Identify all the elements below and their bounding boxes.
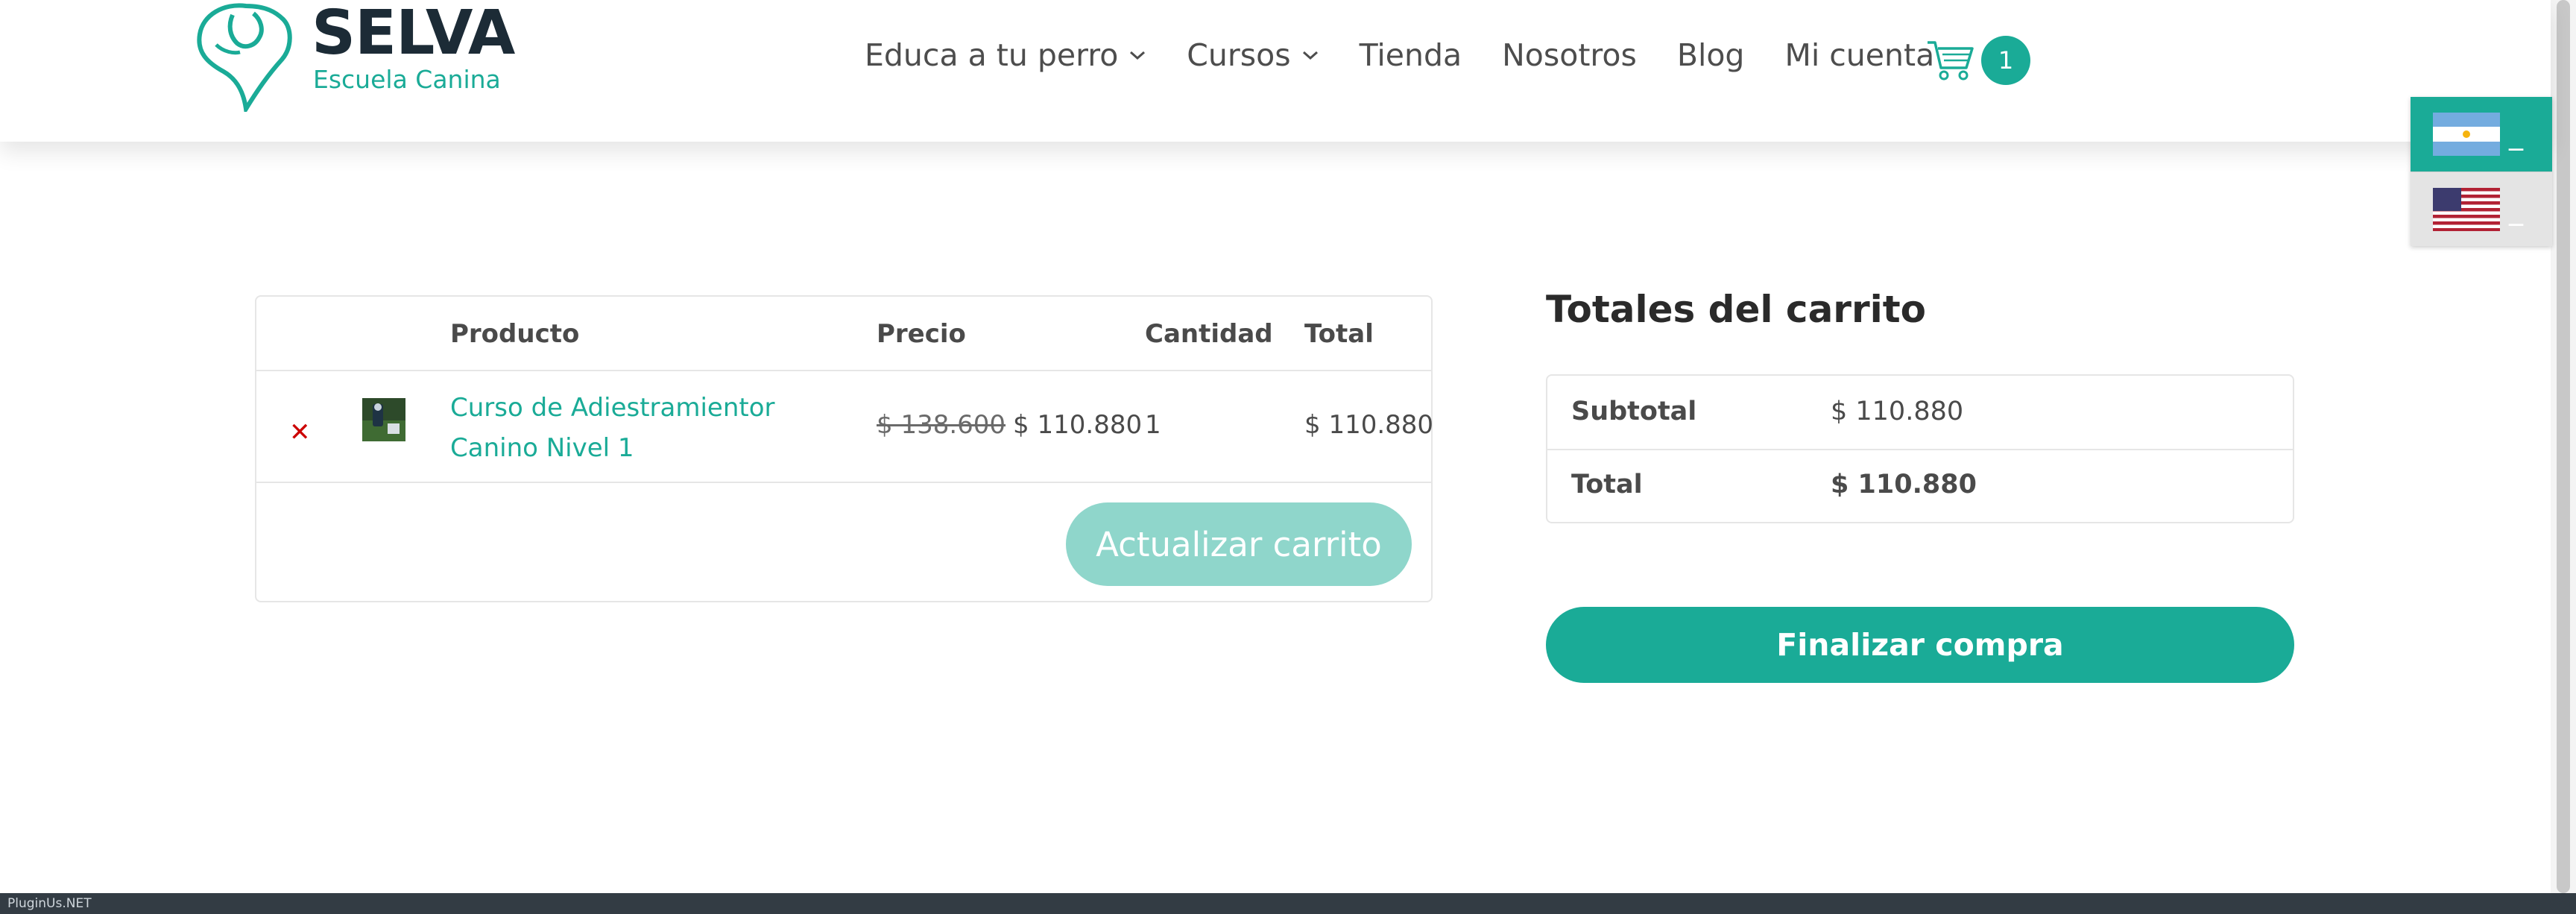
nav-item-mi-cuenta[interactable]: Mi cuenta bbox=[1784, 37, 1934, 73]
cart-count-badge: 1 bbox=[1981, 36, 2030, 85]
footer-bar: PluginUs.NET bbox=[0, 893, 2576, 914]
site-header: SELVA Escuela Canina Educa a tu perro Cu… bbox=[0, 0, 2551, 142]
product-name-link[interactable]: Curso de Adiestramientor Canino Nivel 1 bbox=[450, 388, 793, 468]
checkout-button[interactable]: Finalizar compra bbox=[1546, 607, 2294, 683]
footer-text: PluginUs.NET bbox=[7, 896, 92, 911]
cart-icon bbox=[1928, 41, 1974, 81]
remove-x-icon[interactable]: ✕ bbox=[289, 417, 311, 447]
nav-item-label: Tienda bbox=[1359, 37, 1462, 73]
cart-totals-title: Totales del carrito bbox=[1546, 288, 1927, 331]
header-cart[interactable]: 1 bbox=[1926, 36, 2030, 85]
subtotal-value: $ 110.880 bbox=[1831, 397, 1964, 426]
chevron-down-icon bbox=[1301, 49, 1319, 61]
product-thumbnail[interactable] bbox=[362, 398, 405, 441]
old-price: $ 138.600 bbox=[877, 410, 1006, 440]
usa-flag-icon bbox=[2433, 187, 2500, 231]
language-label: _ bbox=[2509, 192, 2523, 226]
subtotal-label: Subtotal bbox=[1571, 397, 1697, 426]
nav-item-blog[interactable]: Blog bbox=[1677, 37, 1745, 73]
language-label: _ bbox=[2509, 118, 2523, 151]
language-switcher: _ _ bbox=[2411, 97, 2552, 246]
cart-table: Producto Precio Cantidad Total ✕ Curso d… bbox=[255, 295, 1433, 602]
language-option-usa[interactable]: _ bbox=[2411, 171, 2552, 246]
nav-item-label: Mi cuenta bbox=[1784, 37, 1935, 73]
chevron-down-icon bbox=[1128, 49, 1146, 61]
product-quantity[interactable]: 1 bbox=[1145, 410, 1161, 440]
product-price: $ 138.600 $ 110.880 bbox=[877, 410, 1142, 440]
brand-title: SELVA bbox=[312, 0, 515, 69]
row-divider bbox=[256, 482, 1431, 483]
update-cart-button[interactable]: Actualizar carrito bbox=[1066, 502, 1412, 586]
argentina-flag-icon bbox=[2433, 113, 2500, 156]
nav-item-label: Cursos bbox=[1187, 37, 1291, 73]
main-nav: Educa a tu perro Cursos Tienda Nosotros … bbox=[865, 33, 1974, 78]
scrollbar[interactable] bbox=[2551, 0, 2576, 893]
line-total: $ 110.880 bbox=[1304, 410, 1434, 440]
row-divider bbox=[1547, 449, 2293, 450]
column-header-total: Total bbox=[1304, 319, 1374, 349]
brand-subtitle: Escuela Canina bbox=[313, 65, 501, 94]
nav-item-cursos[interactable]: Cursos bbox=[1187, 37, 1319, 73]
cart-totals-table: Subtotal $ 110.880 Total $ 110.880 bbox=[1546, 374, 2294, 523]
dog-logo-icon bbox=[197, 3, 292, 112]
nav-item-educa[interactable]: Educa a tu perro bbox=[865, 37, 1146, 73]
scrollbar-thumb[interactable] bbox=[2557, 0, 2570, 893]
row-divider bbox=[256, 370, 1431, 371]
column-header-product: Producto bbox=[450, 319, 580, 349]
language-option-argentina[interactable]: _ bbox=[2411, 97, 2552, 171]
nav-item-tienda[interactable]: Tienda bbox=[1360, 37, 1462, 73]
nav-item-label: Educa a tu perro bbox=[865, 37, 1119, 73]
total-label: Total bbox=[1571, 470, 1643, 499]
total-value: $ 110.880 bbox=[1831, 470, 1977, 499]
logo[interactable]: SELVA Escuela Canina bbox=[194, 0, 515, 112]
nav-item-label: Nosotros bbox=[1502, 37, 1637, 73]
nav-item-label: Blog bbox=[1676, 37, 1745, 73]
sale-price: $ 110.880 bbox=[1013, 410, 1143, 440]
column-header-price: Precio bbox=[877, 319, 966, 349]
nav-item-nosotros[interactable]: Nosotros bbox=[1502, 37, 1637, 73]
column-header-quantity: Cantidad bbox=[1145, 319, 1273, 349]
